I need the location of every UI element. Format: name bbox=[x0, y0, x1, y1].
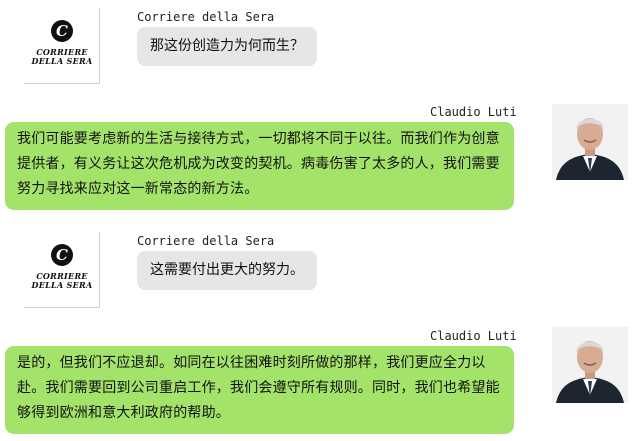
message-bubble: 那这份创造力为何而生？ bbox=[137, 27, 317, 66]
sender-name: Corriere della Sera bbox=[137, 234, 275, 248]
logo-text-line1: CORRIERE bbox=[36, 47, 88, 57]
logo-text-line1: CORRIERE bbox=[36, 271, 88, 281]
sender-name: Corriere della Sera bbox=[137, 10, 275, 24]
corriere-c-icon: C bbox=[51, 244, 73, 266]
message-bubble: 我们可能要考虑新的生活与接待方式，一切都将不同于以往。而我们作为创意提供者，有义… bbox=[5, 122, 514, 210]
corriere-c-icon: C bbox=[51, 20, 73, 42]
person-portrait-icon bbox=[552, 327, 628, 403]
avatar bbox=[552, 104, 628, 180]
logo-text-line2: DELLA SERA bbox=[31, 280, 93, 290]
sender-name: Claudio Luti bbox=[430, 105, 517, 119]
sender-name: Claudio Luti bbox=[430, 329, 517, 343]
person-portrait-icon bbox=[552, 104, 628, 180]
avatar bbox=[552, 327, 628, 403]
corriere-logo: C CORRIERE DELLA SERA bbox=[24, 8, 100, 84]
message-bubble: 这需要付出更大的努力。 bbox=[137, 251, 317, 290]
logo-text-line2: DELLA SERA bbox=[31, 56, 93, 66]
message-bubble: 是的，但我们不应退却。如同在以往困难时刻所做的那样，我们更应全力以赴。我们需要回… bbox=[5, 346, 514, 434]
corriere-logo: C CORRIERE DELLA SERA bbox=[24, 232, 100, 308]
